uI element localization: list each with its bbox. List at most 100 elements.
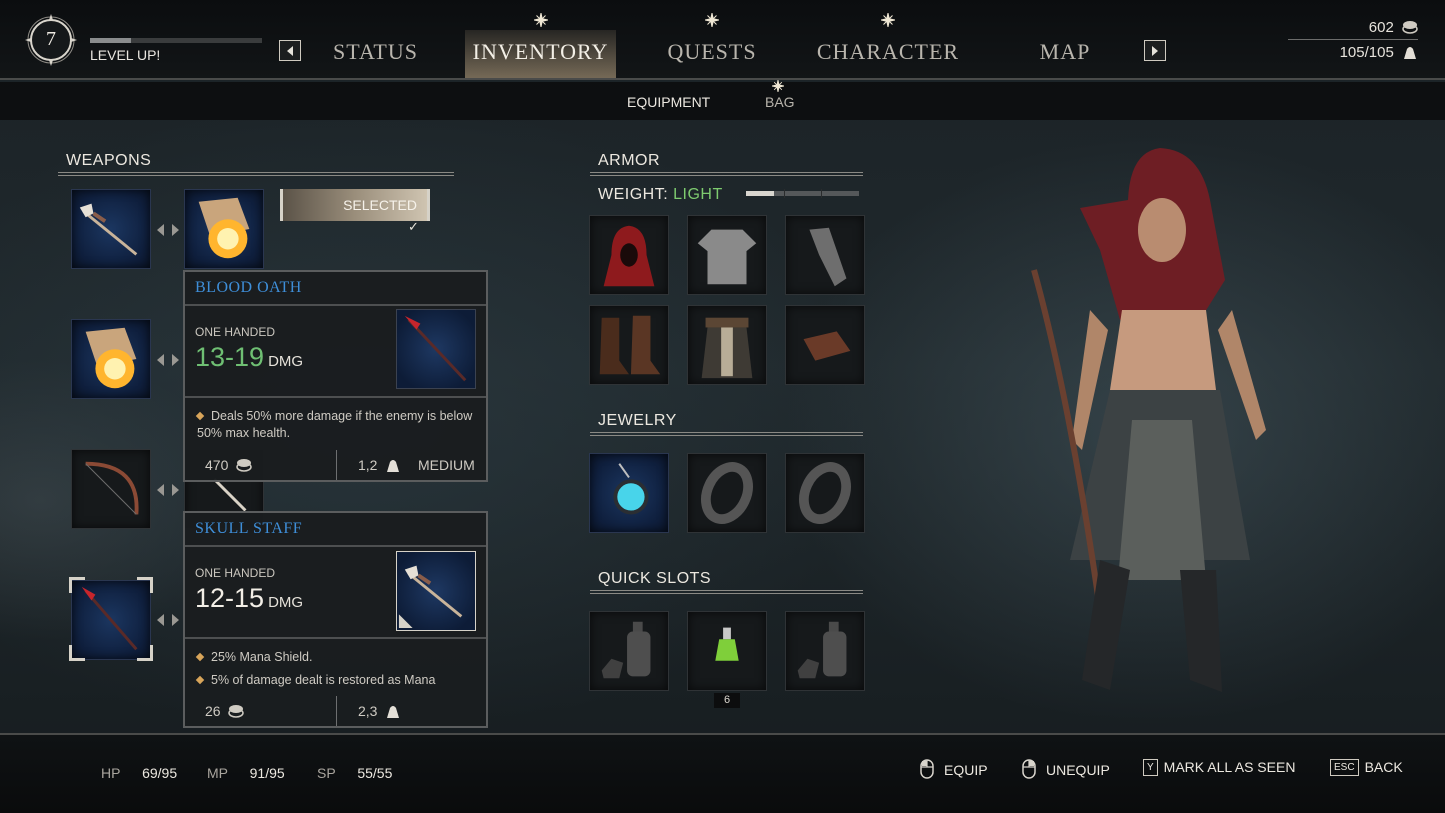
- level-up-label: LEVEL UP!: [90, 47, 161, 63]
- item-effect: Deals 50% more damage if the enemy is be…: [195, 408, 476, 442]
- weight-icon: [387, 460, 400, 472]
- weapon-slot-1-off[interactable]: [184, 189, 264, 269]
- tab-quests[interactable]: QUESTS: [656, 30, 768, 78]
- item-damage: 12-15 DMG: [195, 583, 303, 614]
- armor-slot-cloak[interactable]: [785, 215, 865, 295]
- mouse-right-icon: [1022, 759, 1036, 779]
- damage-unit: DMG: [268, 353, 304, 370]
- blood-spear-icon: [404, 315, 467, 382]
- item-weight: 1,2: [358, 457, 401, 473]
- tab-status[interactable]: STATUS: [318, 30, 433, 78]
- jewelry-rule: [590, 432, 863, 436]
- weapon-slot-1-main[interactable]: [71, 189, 151, 269]
- skull-staff-icon: [79, 203, 138, 256]
- key-esc: ESC: [1330, 759, 1359, 776]
- tab-map[interactable]: MAP: [1030, 30, 1100, 78]
- bullet-icon: [195, 652, 205, 662]
- item-weight: 2,3: [358, 703, 401, 719]
- amulet-icon: [613, 463, 649, 515]
- quick-slot-quantity: 6: [714, 693, 740, 708]
- prev-tab-button[interactable]: [279, 40, 301, 61]
- quick-slots-rule: [590, 590, 863, 594]
- hint-label: EQUIP: [944, 762, 988, 778]
- weapon-slot-3-main[interactable]: [71, 449, 151, 529]
- selection-corner: [69, 577, 85, 593]
- item-effect: 5% of damage dealt is restored as Mana: [195, 672, 476, 689]
- equip-hint[interactable]: EQUIP: [920, 759, 988, 779]
- tab-character-label: CHARACTER: [816, 39, 960, 64]
- check-icon: ✓: [408, 219, 419, 234]
- item-tooltip-blood-oath: BLOOD OATH ONE HANDED 13-19 DMG Deals 50%…: [183, 270, 488, 482]
- new-star-icon: [705, 13, 719, 27]
- carry-weight-counter: 105/105: [1340, 44, 1418, 61]
- item-value: 470: [205, 457, 252, 473]
- cloak-icon: [809, 227, 847, 287]
- red-hood-icon: [603, 225, 655, 287]
- armor-rule: [590, 172, 863, 176]
- arrow-right-icon: [1152, 45, 1158, 56]
- key-y: Y: [1143, 759, 1158, 776]
- green-potion-icon: [715, 627, 739, 661]
- gold-amount: 602: [1368, 19, 1394, 36]
- weapons-title: WEAPONS: [66, 152, 152, 169]
- tab-character[interactable]: CHARACTER: [810, 30, 966, 78]
- jewelry-title: JEWELRY: [598, 412, 677, 429]
- item-type: ONE HANDED: [195, 325, 276, 339]
- weight-icon: [1404, 47, 1416, 59]
- swap-arrows-icon: [157, 224, 179, 236]
- quick-slot-1[interactable]: [589, 611, 669, 691]
- armor-slot-chest[interactable]: [687, 215, 767, 295]
- boots-icon: [599, 315, 661, 375]
- ring-icon: [701, 462, 753, 524]
- shirt-icon: [697, 229, 757, 285]
- hint-label: UNEQUIP: [1046, 762, 1110, 778]
- item-name: BLOOD OATH: [185, 272, 486, 306]
- armor-slot-head[interactable]: [589, 215, 669, 295]
- next-tab-button[interactable]: [1144, 40, 1166, 61]
- unequip-hint[interactable]: UNEQUIP: [1022, 759, 1110, 779]
- subtab-bag[interactable]: BAG: [765, 94, 795, 110]
- stat-hp: HP 69/95: [101, 765, 177, 781]
- selection-corner: [137, 577, 153, 593]
- footer-divider: [336, 450, 337, 480]
- quick-slots-title: QUICK SLOTS: [598, 570, 712, 587]
- jewelry-slot-ring-1[interactable]: [687, 453, 767, 533]
- hint-label: BACK: [1364, 759, 1403, 775]
- mark-all-seen-hint[interactable]: Y MARK ALL AS SEEN: [1143, 759, 1295, 776]
- quick-slot-3[interactable]: [785, 611, 865, 691]
- item-effect: 25% Mana Shield.: [195, 649, 476, 666]
- item-weight-class: MEDIUM: [418, 457, 475, 473]
- armor-slot-feet[interactable]: [589, 305, 669, 385]
- potion-empty-icon: [797, 621, 847, 679]
- potion-empty-icon: [601, 621, 651, 679]
- jewelry-slot-amulet[interactable]: [589, 453, 669, 533]
- item-tooltip-skull-staff: SKULL STAFF ONE HANDED 12-15 DMG 25% Mana…: [183, 511, 488, 728]
- jewelry-slot-ring-2[interactable]: [785, 453, 865, 533]
- swap-arrows-icon: [157, 614, 179, 626]
- weapon-slot-2-main[interactable]: [71, 319, 151, 399]
- coins-icon: [228, 705, 245, 718]
- armor-slot-hands[interactable]: [785, 305, 865, 385]
- quick-slot-2[interactable]: [687, 611, 767, 691]
- back-hint[interactable]: ESC BACK: [1330, 759, 1403, 776]
- ring-icon: [799, 462, 851, 524]
- sub-tab-bar: [0, 82, 1445, 120]
- weight-label: WEIGHT:: [598, 186, 669, 203]
- stat-mp: MP 91/95: [207, 765, 285, 781]
- stat-sp: SP 55/55: [317, 765, 392, 781]
- stat-value: 69/95: [142, 765, 178, 781]
- item-value: 26: [205, 703, 245, 719]
- item-name: SKULL STAFF: [185, 513, 486, 547]
- tooltip-divider: [185, 637, 486, 639]
- item-thumbnail: [396, 551, 476, 631]
- stat-value: 55/55: [357, 765, 393, 781]
- xp-bar: [90, 38, 262, 43]
- tab-inventory[interactable]: INVENTORY: [465, 30, 616, 78]
- armor-weight-bar: [746, 189, 859, 198]
- armor-slot-legs[interactable]: [687, 305, 767, 385]
- damage-value: 12-15: [195, 583, 265, 613]
- subtab-equipment[interactable]: EQUIPMENT: [627, 94, 710, 110]
- damage-unit: DMG: [268, 594, 304, 611]
- armor-weight-label: WEIGHT: LIGHT: [598, 186, 723, 204]
- fire-scroll-icon: [85, 327, 137, 389]
